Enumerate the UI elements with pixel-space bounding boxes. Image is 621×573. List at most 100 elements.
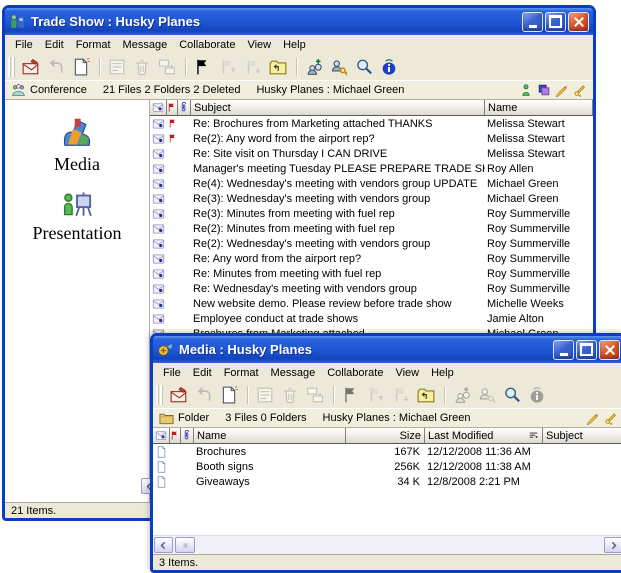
column-flag[interactable]: [170, 428, 181, 443]
sidebar-item-label: Presentation: [33, 223, 122, 244]
column-message-type[interactable]: [150, 100, 167, 115]
toolbar-button[interactable]: [338, 384, 363, 406]
message-row[interactable]: New website demo. Please review before t…: [150, 296, 593, 311]
message-row[interactable]: Re(2): Any word from the airport rep? Me…: [150, 131, 593, 146]
views-icon[interactable]: [537, 83, 551, 97]
toolbar-button[interactable]: [499, 384, 524, 406]
maximize-button[interactable]: [576, 340, 597, 360]
menu-item[interactable]: View: [389, 366, 425, 380]
close-button[interactable]: [568, 12, 589, 32]
toolbar-button[interactable]: [215, 56, 240, 78]
online-user-icon[interactable]: [519, 83, 533, 97]
message-row[interactable]: Employee conduct at trade shows Jamie Al…: [150, 311, 593, 326]
message-row[interactable]: Re: Any word from the airport rep? Roy S…: [150, 251, 593, 266]
close-button[interactable]: [599, 340, 620, 360]
menu-item[interactable]: Format: [70, 38, 117, 52]
toolbar-button[interactable]: [474, 384, 499, 406]
message-subject: Re(3): Wednesday's meeting with vendors …: [191, 193, 485, 205]
message-row[interactable]: Re(4): Wednesday's meeting with vendors …: [150, 176, 593, 191]
toolbar-button[interactable]: [326, 56, 351, 78]
menu-item[interactable]: Edit: [187, 366, 218, 380]
message-row[interactable]: Re: Minutes from meeting with fuel rep R…: [150, 266, 593, 281]
column-flag[interactable]: [167, 100, 178, 115]
message-row[interactable]: Re(3): Wednesday's meeting with vendors …: [150, 191, 593, 206]
toolbar-button[interactable]: [413, 384, 438, 406]
column-attachment[interactable]: [181, 428, 194, 443]
titlebar-trade-show[interactable]: Trade Show : Husky Planes: [5, 8, 593, 35]
menu-item[interactable]: Collaborate: [321, 366, 389, 380]
column-last-modified[interactable]: Last Modified: [425, 428, 543, 443]
menu-item[interactable]: File: [157, 366, 187, 380]
message-row[interactable]: Manager's meeting Tuesday PLEASE PREPARE…: [150, 161, 593, 176]
column-subject[interactable]: Subject: [543, 428, 621, 443]
menu-item[interactable]: Help: [277, 38, 312, 52]
toolbar-button[interactable]: [191, 384, 216, 406]
toolbar-button[interactable]: [190, 56, 215, 78]
toolbar-button[interactable]: [265, 56, 290, 78]
toolbar-button[interactable]: [524, 384, 549, 406]
toolbar-button[interactable]: [302, 384, 327, 406]
file-row[interactable]: Booth signs 256K 12/12/2008 11:38 AM: [153, 459, 621, 474]
column-name[interactable]: Name: [485, 100, 593, 115]
menu-item[interactable]: Collaborate: [173, 38, 241, 52]
sidebar-item-presentation[interactable]: Presentation: [33, 191, 122, 244]
message-row[interactable]: Re(3): Minutes from meeting with fuel re…: [150, 206, 593, 221]
toolbar-grip[interactable]: [156, 385, 163, 405]
toolbar-button[interactable]: [376, 56, 401, 78]
message-row[interactable]: Re: Brochures from Marketing attached TH…: [150, 116, 593, 131]
paperclip-icon: [181, 430, 193, 441]
menu-item[interactable]: View: [241, 38, 277, 52]
toolbar-button[interactable]: [240, 56, 265, 78]
maximize-button[interactable]: [545, 12, 566, 32]
menu-item[interactable]: Edit: [39, 38, 70, 52]
minimize-button[interactable]: [553, 340, 574, 360]
toolbar-button[interactable]: [388, 384, 413, 406]
toolbar-button[interactable]: [301, 56, 326, 78]
toolbar-button[interactable]: [166, 384, 191, 406]
file-row[interactable]: Giveaways 34 K 12/8/2008 2:21 PM: [153, 474, 621, 489]
message-row[interactable]: Re(2): Wednesday's meeting with vendors …: [150, 236, 593, 251]
menu-item[interactable]: Format: [218, 366, 265, 380]
menu-item[interactable]: Message: [117, 38, 174, 52]
toolbar-button[interactable]: [154, 56, 179, 78]
message-row[interactable]: Re: Wednesday's meeting with vendors gro…: [150, 281, 593, 296]
toolbar-button[interactable]: [351, 56, 376, 78]
minimize-button[interactable]: [522, 12, 543, 32]
toolbar-grip[interactable]: [8, 57, 15, 77]
conference-icon: [11, 83, 26, 98]
close-icon: [574, 17, 584, 27]
column-name[interactable]: Name: [194, 428, 346, 443]
media-folder-icon: [56, 116, 98, 152]
split-icon: [158, 58, 176, 76]
menu-item[interactable]: File: [9, 38, 39, 52]
titlebar-media[interactable]: Media : Husky Planes: [153, 336, 621, 363]
toolbar-button[interactable]: [129, 56, 154, 78]
scroll-right-button[interactable]: [604, 537, 621, 553]
toolbar-button[interactable]: [104, 56, 129, 78]
toolbar-button[interactable]: [277, 384, 302, 406]
scrollbar-thumb[interactable]: [175, 537, 195, 553]
menu-item[interactable]: Message: [265, 366, 322, 380]
toolbar-button[interactable]: [43, 56, 68, 78]
toolbar-button[interactable]: [363, 384, 388, 406]
item-count: 3 Items.: [159, 557, 198, 569]
file-row[interactable]: Brochures 167K 12/12/2008 11:36 AM: [153, 444, 621, 459]
horizontal-scrollbar[interactable]: [153, 535, 621, 554]
menu-item[interactable]: Help: [425, 366, 460, 380]
flag-icon: [167, 118, 178, 129]
scroll-left-button[interactable]: [154, 537, 173, 553]
column-attachment[interactable]: [178, 100, 191, 115]
column-subject[interactable]: Subject: [191, 100, 485, 115]
toolbar-button[interactable]: [18, 56, 43, 78]
column-size[interactable]: Size: [346, 428, 425, 443]
toolbar-button[interactable]: [252, 384, 277, 406]
message-row[interactable]: Re(2): Minutes from meeting with fuel re…: [150, 221, 593, 236]
column-message-type[interactable]: [153, 428, 170, 443]
sidebar-item-media[interactable]: Media: [54, 116, 100, 175]
message-row[interactable]: Re: Site visit on Thursday I CAN DRIVE M…: [150, 146, 593, 161]
toolbar-button[interactable]: [216, 384, 241, 406]
menubar: FileEditFormatMessageCollaborateViewHelp: [5, 35, 593, 54]
toolbar-button[interactable]: [449, 384, 474, 406]
toolbar-button[interactable]: [68, 56, 93, 78]
key-permission-icon: [573, 83, 587, 97]
